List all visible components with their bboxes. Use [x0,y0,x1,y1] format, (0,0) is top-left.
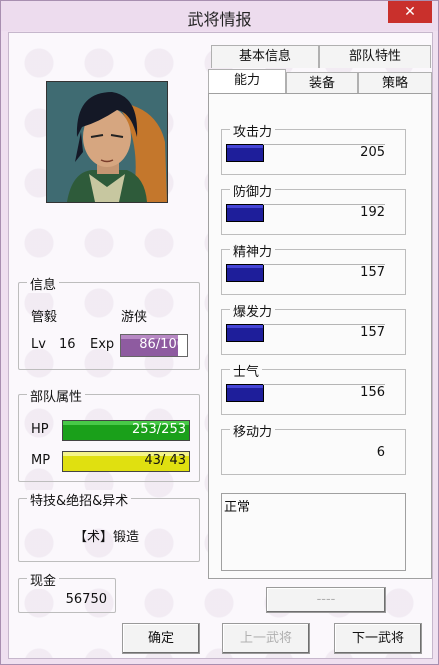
stat-attack-label: 攻击力 [230,121,276,140]
ok-button[interactable]: 确定 [122,623,200,654]
mp-label: MP [31,453,51,468]
tab-ability-label: 能力 [233,73,260,88]
general-name: 管毅 [31,310,58,325]
stat-morale-label: 士气 [230,361,263,380]
ok-button-label: 确定 [147,631,174,646]
prev-general-button-label: 上一武将 [239,631,292,646]
tab-strategy[interactable]: 策略 [358,72,432,95]
general-portrait-image [46,81,168,203]
general-info-window: 武将情报 ✕ 信息 管毅 游侠 Lv 16 Exp 86/100 部队属性 HP… [0,0,439,665]
level-value: 16 [59,337,76,352]
hp-bar: 253/253 [62,420,190,441]
info-legend: 信息 [27,274,60,293]
status-box: 正常 [221,493,406,571]
stat-defense-bar [226,204,264,222]
placeholder-button-label: ---- [316,592,336,607]
exp-bar-text: 86/100 [139,337,185,352]
stat-movement-value: 6 [376,445,385,460]
stat-burst-label: 爆发力 [230,301,276,320]
window-title: 武将情报 [187,10,252,29]
mp-bar-text: 43/ 43 [144,453,186,468]
tab-strategy-label: 策略 [381,76,408,91]
close-icon: ✕ [404,4,416,20]
hp-label: HP [31,422,49,437]
stat-attack-value: 205 [360,145,385,160]
exp-bar: 86/100 [120,334,188,357]
stat-movement-label: 移动力 [230,421,276,440]
tab-basic-info-label: 基本信息 [238,49,291,64]
skills-group: 特技&绝招&异术 【术】锻造 [18,490,200,562]
stat-attack: 攻击力 205 [221,121,406,175]
tab-unit-traits[interactable]: 部队特性 [319,45,431,68]
placeholder-button[interactable]: ---- [266,587,386,613]
tab-unit-traits-label: 部队特性 [348,49,401,64]
stat-burst: 爆发力 157 [221,301,406,355]
close-button[interactable]: ✕ [388,1,432,23]
money-group: 现金 56750 [18,570,116,613]
skill-item: 【术】锻造 [74,530,140,545]
unit-attributes-group: 部队属性 HP 253/253 MP 43/ 43 [18,386,200,482]
tab-equipment[interactable]: 装备 [286,72,358,95]
stat-spirit-label: 精神力 [230,241,276,260]
tab-equipment-label: 装备 [308,76,335,91]
stat-morale-bar [226,384,264,402]
stat-attack-bar [226,144,264,162]
status-text: 正常 [224,496,251,515]
title-bar: 武将情报 ✕ [1,1,438,31]
stat-burst-bar [226,324,264,342]
stat-defense-value: 192 [360,205,385,220]
next-general-button[interactable]: 下一武将 [334,623,422,654]
tab-ability[interactable]: 能力 [208,69,286,95]
hp-bar-text: 253/253 [131,422,186,437]
info-group: 信息 管毅 游侠 Lv 16 Exp 86/100 [18,274,200,370]
stat-spirit-value: 157 [360,265,385,280]
next-general-button-label: 下一武将 [351,631,404,646]
tab-basic-info[interactable]: 基本信息 [211,45,319,68]
prev-general-button[interactable]: 上一武将 [222,623,310,654]
unit-attributes-legend: 部队属性 [27,386,86,405]
skills-legend: 特技&绝招&异术 [27,490,132,509]
general-class: 游侠 [121,310,148,325]
stat-movement: 移动力 6 [221,421,406,475]
stat-defense-label: 防御力 [230,181,276,200]
stat-defense: 防御力 192 [221,181,406,235]
money-value: 56750 [65,592,107,607]
stat-spirit-bar [226,264,264,282]
exp-label: Exp [90,337,115,352]
level-label: Lv [31,337,46,352]
stat-morale: 士气 156 [221,361,406,415]
money-legend: 现金 [27,570,60,589]
stat-spirit: 精神力 157 [221,241,406,295]
stat-morale-value: 156 [360,385,385,400]
stat-burst-value: 157 [360,325,385,340]
mp-bar: 43/ 43 [62,451,190,472]
